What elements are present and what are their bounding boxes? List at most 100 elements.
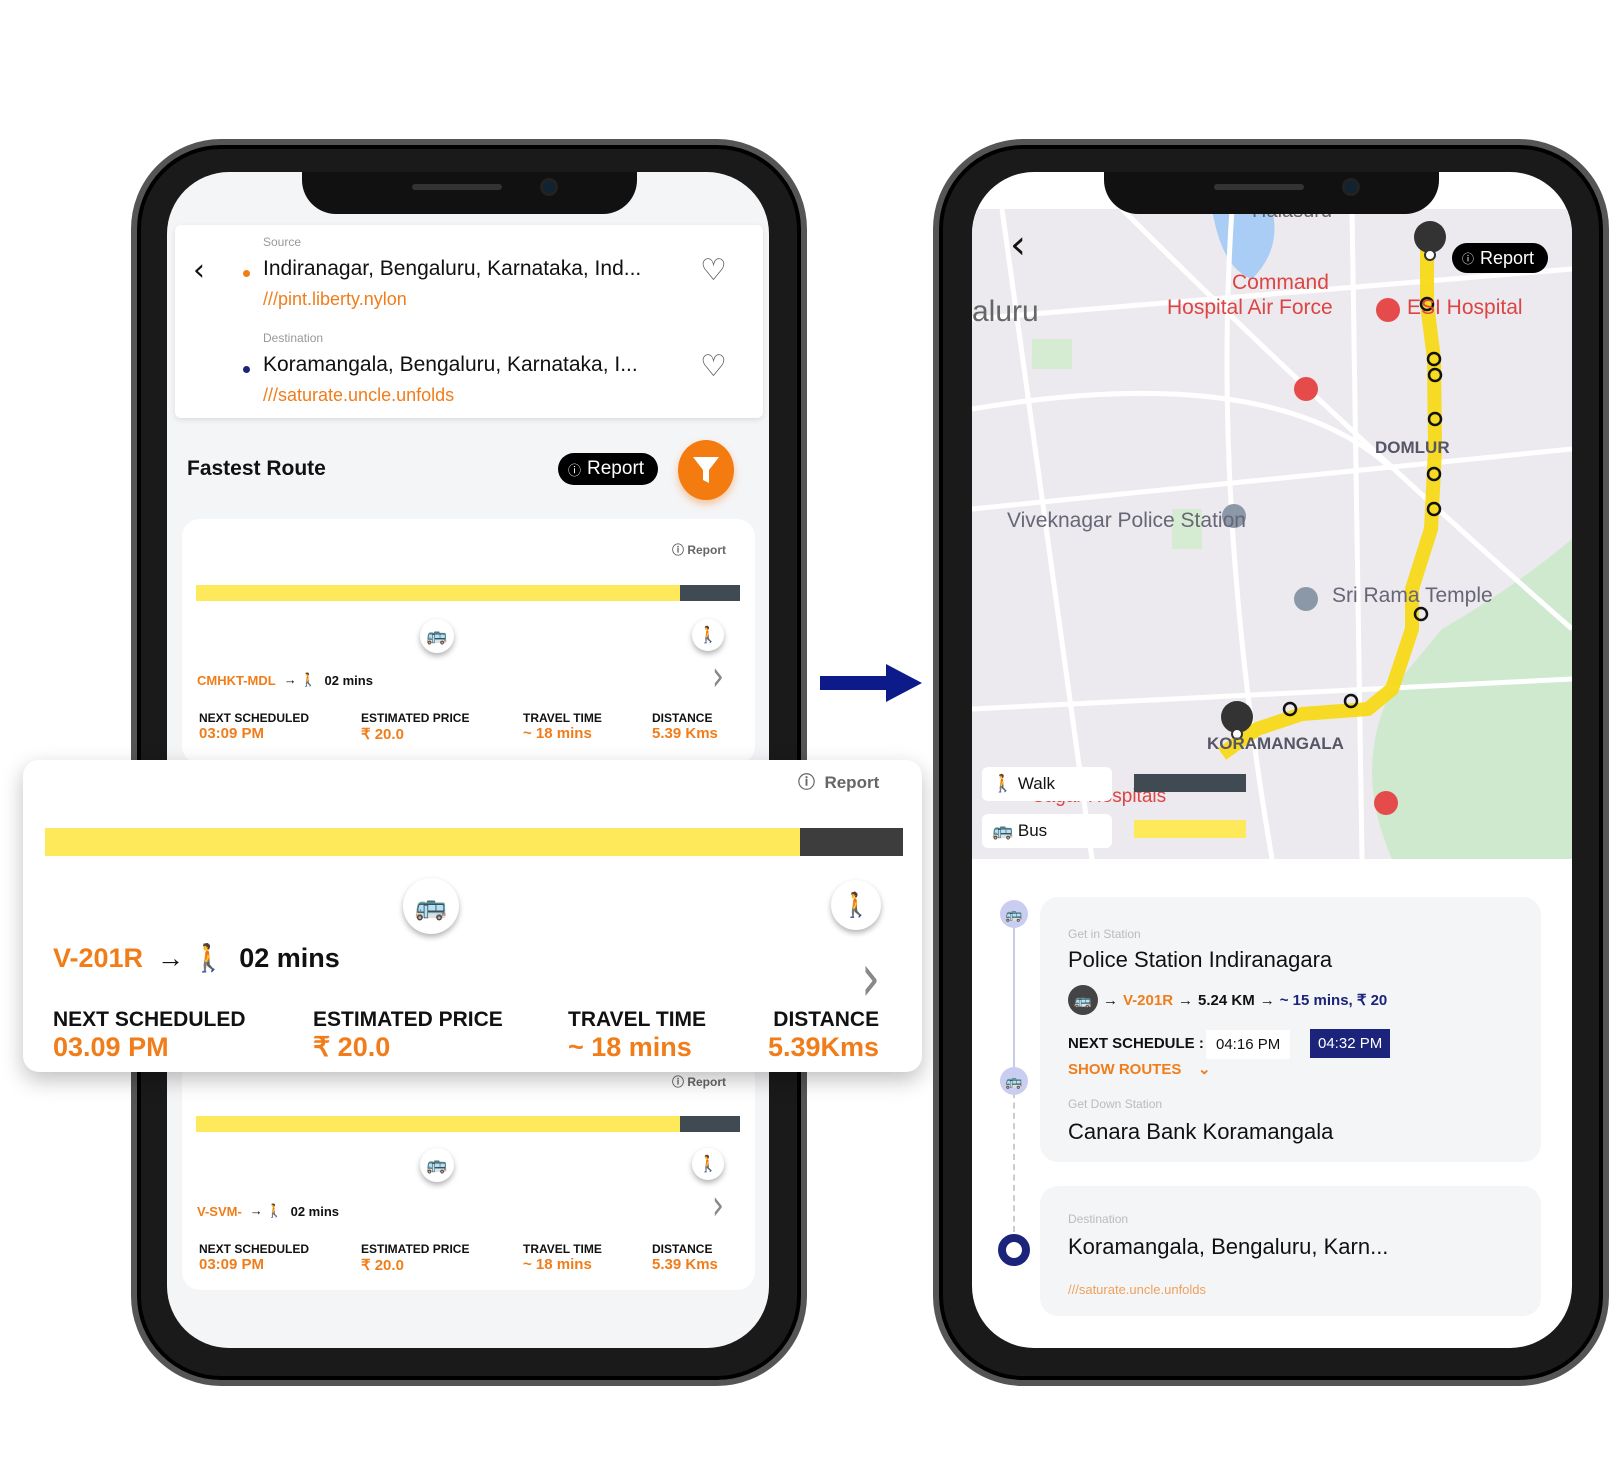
legend-bus: 🚌 Bus xyxy=(982,814,1112,848)
destination-label: Destination xyxy=(263,331,324,345)
legend-walk: 🚶 Walk xyxy=(982,767,1112,801)
route-map[interactable]: aluru Halasuru Command Hospital Air Forc… xyxy=(972,209,1572,859)
schedule-time[interactable]: 04:16 PM xyxy=(1206,1030,1291,1059)
walk-icon: 🚶 xyxy=(692,619,724,651)
bus-marker-icon xyxy=(1414,221,1446,253)
stat-time: TRAVEL TIME ~ 18 mins xyxy=(568,1008,707,1062)
notch xyxy=(302,172,637,214)
route-summary: V-SVM- → 🚶 02 mins xyxy=(197,1203,340,1219)
show-routes-button[interactable]: SHOW ROUTES ⌄ xyxy=(1068,1060,1211,1078)
stat-distance: DISTANCE 5.39 Kms xyxy=(652,711,718,742)
filter-icon xyxy=(693,457,719,483)
right-phone-screen: aluru Halasuru Command Hospital Air Forc… xyxy=(972,172,1572,1348)
route-number: V-201R xyxy=(53,942,144,973)
back-button[interactable]: ‹ xyxy=(1010,222,1026,268)
map-label: Hospital Air Force xyxy=(1167,296,1333,319)
stat-distance: DISTANCE 5.39 Kms xyxy=(652,1242,718,1273)
report-link[interactable]: ⓘ Report xyxy=(672,1073,726,1090)
bus-stop-icon: 🚌 xyxy=(1000,1067,1028,1095)
report-button[interactable]: ⓘ Report xyxy=(558,453,658,485)
route-number: CMHKT-MDL xyxy=(197,672,276,688)
source-code[interactable]: ///pint.liberty.nylon xyxy=(263,289,407,310)
map-label: DOMLUR xyxy=(1375,438,1450,457)
walk-time: 02 mins xyxy=(290,1203,340,1219)
destination-name[interactable]: Koramangala, Bengaluru, Karn... xyxy=(1068,1234,1388,1260)
stat-time: TRAVEL TIME ~ 18 mins xyxy=(523,1242,602,1273)
stat-price: ESTIMATED PRICE ₹ 20.0 xyxy=(361,1242,470,1274)
get-in-station[interactable]: Police Station Indiranagara xyxy=(1068,947,1332,973)
stat-time: TRAVEL TIME ~ 18 mins xyxy=(523,711,602,742)
section-title: Fastest Route xyxy=(187,457,326,480)
destination-label: Destination xyxy=(1068,1212,1129,1226)
chevron-right-icon[interactable]: › xyxy=(861,939,880,1017)
stat-next: NEXT SCHEDULED 03:09 PM xyxy=(199,711,310,742)
stat-next: NEXT SCHEDULED 03:09 PM xyxy=(199,1242,310,1273)
chevron-right-icon[interactable]: › xyxy=(712,652,724,701)
source-label: Source xyxy=(263,235,302,249)
chevron-right-icon[interactable]: › xyxy=(712,1181,724,1230)
zoomed-route-card[interactable]: ⓘ Report 🚌 🚶 V-201R → 🚶 02 mins › NEXT SCH… xyxy=(23,760,922,1072)
temple-pin-icon xyxy=(1294,587,1318,611)
info-icon: ⓘ xyxy=(568,462,582,478)
walk-segment xyxy=(680,585,740,601)
map-label: Viveknagar Police Station xyxy=(1007,509,1246,532)
route-progress-bar xyxy=(196,1116,740,1132)
walk-icon: 🚶 xyxy=(831,880,881,930)
stat-distance: DISTANCE 5.39Kms xyxy=(768,1008,880,1062)
bus-icon: 🚌 xyxy=(420,619,454,653)
schedule-label: NEXT SCHEDULE : xyxy=(1068,1035,1204,1052)
stat-next: NEXT SCHEDULED 03.09 PM xyxy=(53,1008,246,1062)
filter-button[interactable] xyxy=(678,440,734,500)
get-down-station[interactable]: Canara Bank Koramangala xyxy=(1068,1119,1333,1145)
get-in-label: Get in Station xyxy=(1068,927,1141,941)
route-summary: CMHKT-MDL → 🚶 02 mins xyxy=(197,672,373,688)
info-icon: ⓘ xyxy=(1462,251,1475,266)
destination-card: Destination Koramangala, Bengaluru, Karn… xyxy=(1040,1186,1541,1316)
schedule-time-selected[interactable]: 04:32 PM xyxy=(1310,1029,1391,1058)
route-line: 🚌 → V-201R → 5.24 KM → ~ 15 mins, ₹ 20 xyxy=(1068,985,1387,1015)
walk-segment xyxy=(800,828,903,856)
source-name[interactable]: Indiranagar, Bengaluru, Karnataka, Ind..… xyxy=(263,257,641,281)
walk-segment xyxy=(680,1116,740,1132)
timeline-line xyxy=(1013,917,1015,1082)
get-down-label: Get Down Station xyxy=(1068,1097,1163,1111)
journey-card: Get in Station Police Station Indiranaga… xyxy=(1040,897,1541,1162)
map-label: ESI Hospital xyxy=(1407,296,1523,319)
timeline-dashed xyxy=(1013,1082,1015,1232)
route-number: V-SVM- xyxy=(197,1203,242,1219)
back-button[interactable]: ‹ xyxy=(193,253,205,288)
arrow-right-icon xyxy=(820,664,922,702)
map-label: KORAMANGALA xyxy=(1207,734,1344,753)
legend-walk-swatch xyxy=(1134,774,1246,792)
report-link[interactable]: ⓘ Report xyxy=(798,768,879,793)
legend-bus-swatch xyxy=(1134,820,1246,838)
walk-icon: 🚶 xyxy=(692,1148,724,1180)
stat-price: ESTIMATED PRICE ₹ 20.0 xyxy=(361,711,470,743)
report-link[interactable]: ⓘ Report xyxy=(672,541,726,558)
map-label: Command xyxy=(1232,271,1329,294)
notch xyxy=(1104,172,1439,214)
bus-icon: 🚌 xyxy=(420,1148,454,1182)
bus-segment xyxy=(196,585,681,601)
destination-dot xyxy=(243,366,250,373)
destination-marker-icon xyxy=(998,1234,1030,1266)
bus-segment xyxy=(45,828,801,856)
bus-icon: 🚌 xyxy=(1068,985,1098,1015)
destination-name[interactable]: Koramangala, Bengaluru, Karnataka, I... xyxy=(263,353,638,377)
heart-icon[interactable]: ♡ xyxy=(700,253,727,288)
destination-code[interactable]: ///saturate.uncle.unfolds xyxy=(263,385,454,406)
bus-stop-icon: 🚌 xyxy=(1000,900,1028,928)
walk-time: 02 mins xyxy=(324,672,373,688)
heart-icon[interactable]: ♡ xyxy=(700,349,727,384)
report-button[interactable]: ⓘ Report xyxy=(1452,243,1548,273)
bus-segment xyxy=(196,1116,681,1132)
route-card[interactable]: ⓘ Report 🚌 🚶 V-SVM- → 🚶 02 mins › NEXT SCH… xyxy=(182,1060,755,1290)
location-card: ‹ Source Indiranagar, Bengaluru, Karnata… xyxy=(175,225,763,418)
route-number: V-201R xyxy=(1123,991,1174,1009)
bus-icon: 🚌 xyxy=(403,878,459,934)
route-card[interactable]: ⓘ Report 🚌 🚶 CMHKT-MDL → 🚶 02 mins › NEXT … xyxy=(182,519,755,764)
route-distance: 5.24 KM xyxy=(1198,991,1255,1009)
map-label: aluru xyxy=(972,295,1039,328)
route-progress-bar xyxy=(45,828,903,856)
report-label: Report xyxy=(1480,247,1535,268)
